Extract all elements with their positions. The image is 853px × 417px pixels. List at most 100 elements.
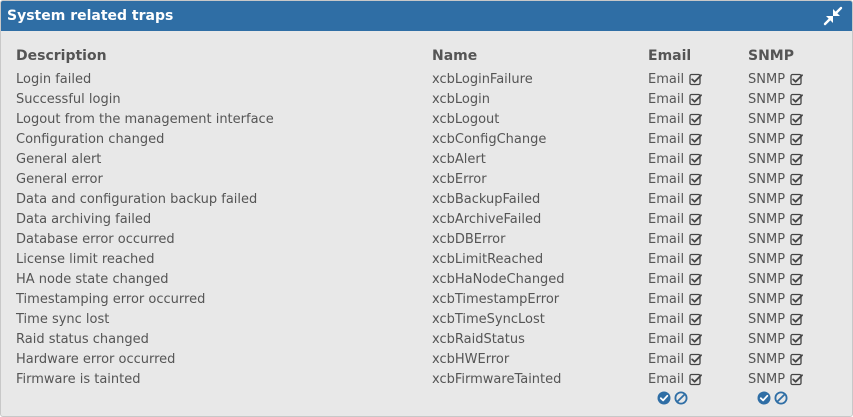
email-toggle[interactable]: Email <box>648 372 748 387</box>
checkbox-checked-icon[interactable] <box>790 233 803 246</box>
check-all-icon[interactable] <box>757 391 771 405</box>
checkbox-checked-icon[interactable] <box>790 73 803 86</box>
snmp-toggle[interactable]: SNMP <box>748 372 828 387</box>
snmp-toggle[interactable]: SNMP <box>748 192 828 207</box>
checkbox-checked-icon[interactable] <box>689 253 702 266</box>
checkbox-checked-icon[interactable] <box>689 133 702 146</box>
table-row: Time sync lost xcbTimeSyncLost Email SNMP <box>16 309 828 329</box>
trap-description: Logout from the management interface <box>16 111 274 127</box>
table-row: Successful login xcbLogin Email SNMP <box>16 89 828 109</box>
email-toggle[interactable]: Email <box>648 312 748 327</box>
email-label: Email <box>648 91 685 107</box>
email-label: Email <box>648 331 685 347</box>
snmp-label: SNMP <box>748 271 786 287</box>
snmp-label: SNMP <box>748 171 786 187</box>
trap-description: General alert <box>16 151 102 167</box>
email-toggle[interactable]: Email <box>648 292 748 307</box>
snmp-label: SNMP <box>748 131 786 147</box>
checkbox-checked-icon[interactable] <box>790 273 803 286</box>
checkbox-checked-icon[interactable] <box>689 293 702 306</box>
check-all-icon[interactable] <box>657 391 671 405</box>
snmp-toggle[interactable]: SNMP <box>748 352 828 367</box>
email-toggle[interactable]: Email <box>648 332 748 347</box>
trap-description: General error <box>16 171 103 187</box>
snmp-bulk-actions <box>757 391 788 405</box>
snmp-label: SNMP <box>748 211 786 227</box>
snmp-toggle[interactable]: SNMP <box>748 332 828 347</box>
checkbox-checked-icon[interactable] <box>790 333 803 346</box>
checkbox-checked-icon[interactable] <box>790 153 803 166</box>
trap-name: xcbLoginFailure <box>432 71 533 87</box>
snmp-toggle[interactable]: SNMP <box>748 132 828 147</box>
snmp-toggle[interactable]: SNMP <box>748 212 828 227</box>
checkbox-checked-icon[interactable] <box>790 353 803 366</box>
checkbox-checked-icon[interactable] <box>689 273 702 286</box>
checkbox-checked-icon[interactable] <box>689 193 702 206</box>
checkbox-checked-icon[interactable] <box>689 233 702 246</box>
checkbox-checked-icon[interactable] <box>689 73 702 86</box>
checkbox-checked-icon[interactable] <box>689 353 702 366</box>
checkbox-checked-icon[interactable] <box>790 293 803 306</box>
snmp-toggle[interactable]: SNMP <box>748 92 828 107</box>
snmp-toggle[interactable]: SNMP <box>748 112 828 127</box>
checkbox-checked-icon[interactable] <box>790 313 803 326</box>
trap-description: Database error occurred <box>16 231 175 247</box>
email-label: Email <box>648 371 685 387</box>
email-bulk-actions <box>657 391 688 405</box>
checkbox-checked-icon[interactable] <box>790 173 803 186</box>
email-toggle[interactable]: Email <box>648 212 748 227</box>
checkbox-checked-icon[interactable] <box>689 333 702 346</box>
snmp-label: SNMP <box>748 91 786 107</box>
snmp-toggle[interactable]: SNMP <box>748 272 828 287</box>
checkbox-checked-icon[interactable] <box>689 153 702 166</box>
checkbox-checked-icon[interactable] <box>790 253 803 266</box>
email-label: Email <box>648 351 685 367</box>
checkbox-checked-icon[interactable] <box>790 93 803 106</box>
snmp-toggle[interactable]: SNMP <box>748 292 828 307</box>
snmp-toggle[interactable]: SNMP <box>748 72 828 87</box>
trap-description: License limit reached <box>16 251 155 267</box>
email-toggle[interactable]: Email <box>648 232 748 247</box>
snmp-toggle[interactable]: SNMP <box>748 312 828 327</box>
email-toggle[interactable]: Email <box>648 352 748 367</box>
snmp-toggle[interactable]: SNMP <box>748 152 828 167</box>
email-toggle[interactable]: Email <box>648 132 748 147</box>
deselect-all-icon[interactable] <box>674 391 688 405</box>
email-label: Email <box>648 191 685 207</box>
email-toggle[interactable]: Email <box>648 72 748 87</box>
snmp-toggle[interactable]: SNMP <box>748 232 828 247</box>
snmp-label: SNMP <box>748 371 786 387</box>
trap-description: Timestamping error occurred <box>16 291 206 307</box>
checkbox-checked-icon[interactable] <box>790 373 803 386</box>
snmp-label: SNMP <box>748 331 786 347</box>
snmp-toggle[interactable]: SNMP <box>748 172 828 187</box>
col-name-header: Name <box>432 48 478 64</box>
email-toggle[interactable]: Email <box>648 112 748 127</box>
trap-name: xcbHWError <box>432 351 510 367</box>
collapse-button[interactable] <box>822 5 844 27</box>
table-row: Configuration changed xcbConfigChange Emai… <box>16 129 828 149</box>
email-toggle[interactable]: Email <box>648 192 748 207</box>
checkbox-checked-icon[interactable] <box>790 113 803 126</box>
trap-name: xcbTimeSyncLost <box>432 311 545 327</box>
deselect-all-icon[interactable] <box>774 391 788 405</box>
checkbox-checked-icon[interactable] <box>790 213 803 226</box>
email-toggle[interactable]: Email <box>648 252 748 267</box>
checkbox-checked-icon[interactable] <box>689 93 702 106</box>
snmp-toggle[interactable]: SNMP <box>748 252 828 267</box>
email-toggle[interactable]: Email <box>648 172 748 187</box>
table-row: Logout from the management interface xcbL… <box>16 109 828 129</box>
snmp-label: SNMP <box>748 251 786 267</box>
email-toggle[interactable]: Email <box>648 92 748 107</box>
checkbox-checked-icon[interactable] <box>790 193 803 206</box>
checkbox-checked-icon[interactable] <box>790 133 803 146</box>
email-toggle[interactable]: Email <box>648 272 748 287</box>
table-row: General error xcbError Email SNMP <box>16 169 828 189</box>
email-toggle[interactable]: Email <box>648 152 748 167</box>
checkbox-checked-icon[interactable] <box>689 213 702 226</box>
checkbox-checked-icon[interactable] <box>689 173 702 186</box>
checkbox-checked-icon[interactable] <box>689 373 702 386</box>
table-row: Data and configuration backup failed xcbB… <box>16 189 828 209</box>
checkbox-checked-icon[interactable] <box>689 113 702 126</box>
checkbox-checked-icon[interactable] <box>689 313 702 326</box>
